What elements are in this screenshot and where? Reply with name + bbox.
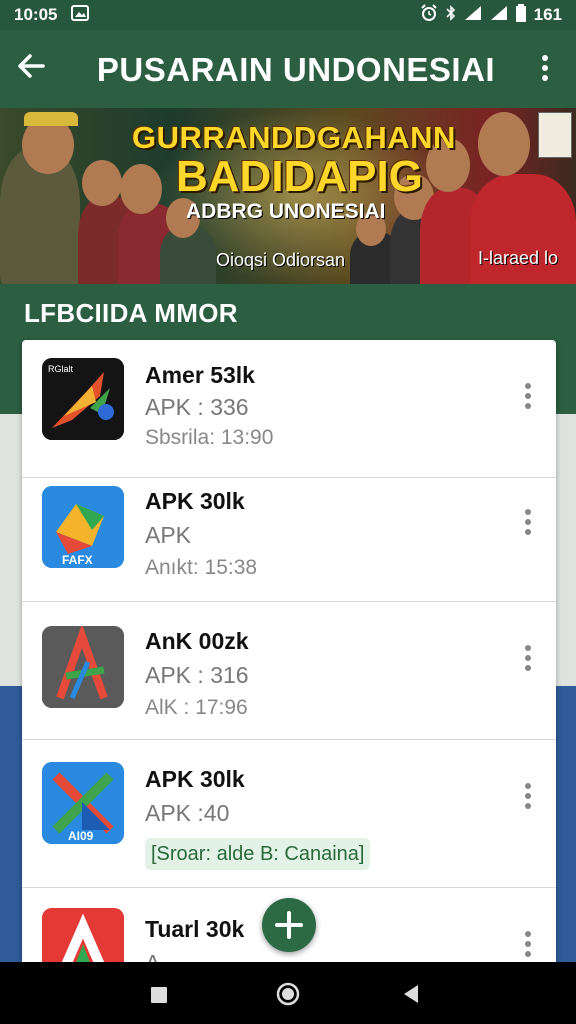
list-item[interactable]: AnK 00zk APK : 316 AlK : 17:96 [22,602,556,740]
app-tag-chip[interactable]: [Sroar: alde B: Canaina] [145,838,371,870]
app-icon-red-black: RGlalt [42,358,124,440]
more-vertical-icon[interactable] [518,782,538,814]
svg-text:AI09: AI09 [68,829,94,843]
app-subtitle: APK [145,522,192,548]
signal-icon [490,5,508,26]
triangle-back-icon[interactable] [402,984,420,1009]
banner-person-head [120,164,162,214]
alarm-icon [420,3,438,27]
app-subtitle: APK : 336 [145,394,249,420]
app-subtitle: APK : 316 [145,662,249,688]
bluetooth-icon [446,4,456,26]
svg-text:RGlalt: RGlalt [48,364,74,374]
app-meta: AlK : 17:96 [145,696,248,719]
battery-text: 161 [533,5,562,24]
status-bar: 10:05 161 [0,0,576,30]
page-title: PUSARAIN UNDONESIAI [96,51,496,88]
app-title: APK 30lk [145,766,245,792]
square-icon[interactable] [150,986,170,1011]
circle-icon[interactable] [276,982,300,1011]
app-bar: PUSARAIN UNDONESIAI [0,30,576,110]
banner-heading-2: BADIDAPIG [176,152,423,201]
app-subtitle: APK :40 [145,800,230,826]
app-icon-grey-a [42,626,124,708]
app-title: Amer 53lk [145,362,255,388]
banner-logo [538,112,572,158]
battery-icon [515,3,526,27]
add-button[interactable] [262,898,316,952]
banner-caption-right: I-laraed lo [478,248,559,268]
app-icon-blue-green: FAFX [42,486,124,568]
app-title: AnK 00zk [145,628,249,654]
more-vertical-icon[interactable] [530,54,560,87]
arrow-left-icon[interactable] [16,51,62,89]
list-item[interactable]: AI09 APK 30lk APK :40 [Sroar: alde B: Ca… [22,740,556,888]
more-vertical-icon[interactable] [518,930,538,962]
more-vertical-icon[interactable] [518,644,538,676]
svg-text:FAFX: FAFX [62,553,93,567]
banner-heading-3: ADBRG UNONESIAI [186,200,386,223]
promo-banner[interactable]: GURRANDDGAHANN BADIDAPIG ADBRG UNONESIAI… [0,108,576,284]
app-list-card: RGlalt Amer 53lk APK : 336 Sbsrila: 13:9… [22,340,556,980]
more-vertical-icon[interactable] [518,508,538,540]
app-title: APK 30lk [145,488,245,514]
banner-person-head [478,112,530,176]
plus-icon [275,911,303,939]
navigation-bar [0,962,576,1024]
status-time: 10:05 [14,5,58,24]
banner-caption-left: Oioqsi Odiorsan [216,250,346,270]
section-title: LFBCIIDA MMOR [24,298,238,328]
list-item[interactable]: RGlalt Amer 53lk APK : 336 Sbsrila: 13:9… [22,340,556,478]
list-item[interactable]: FAFX APK 30lk APK Anıkt: 15:38 [22,464,556,602]
signal-icon [464,5,482,26]
banner-heading-1: GURRANDDGAHANN [132,120,456,155]
app-meta: Anıkt: 15:38 [145,556,258,579]
app-meta: Sbsrila: 13:90 [145,426,274,449]
app-title: Tuarl 30k [145,916,245,942]
more-vertical-icon[interactable] [518,382,538,414]
image-icon [71,4,90,26]
app-icon-blue-x: AI09 [42,762,124,844]
banner-person-head [82,160,122,206]
banner-cap [24,112,78,126]
